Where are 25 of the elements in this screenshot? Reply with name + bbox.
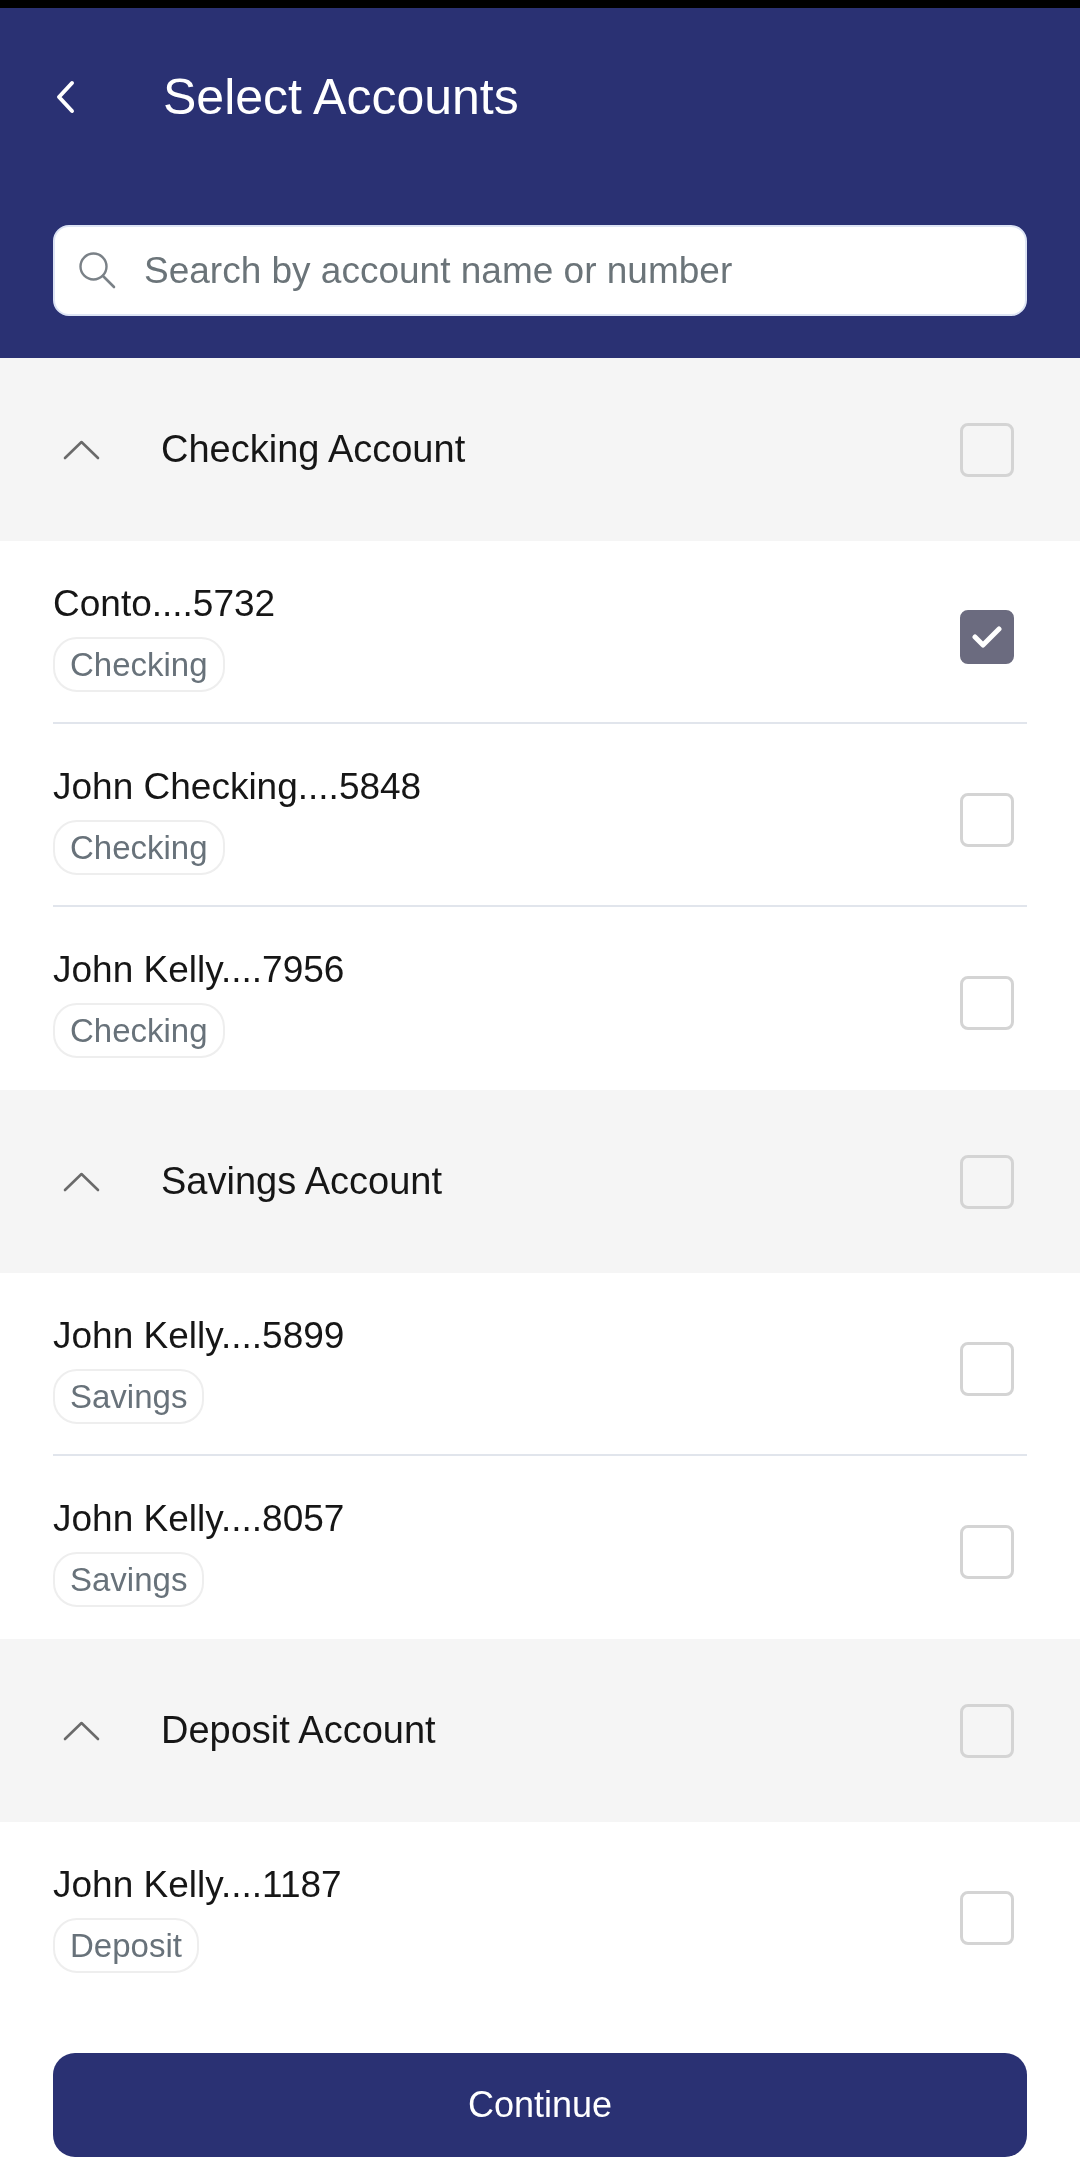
group-header[interactable]: Savings Account bbox=[0, 1090, 1080, 1273]
account-type-tag: Deposit bbox=[53, 1918, 199, 1973]
group-title: Checking Account bbox=[161, 428, 466, 471]
account-type-tag: Checking bbox=[53, 637, 225, 692]
account-name: Conto....5732 bbox=[53, 582, 276, 626]
group-title: Deposit Account bbox=[161, 1709, 436, 1752]
account-type-tag: Savings bbox=[53, 1552, 205, 1607]
account-name: John Kelly....7956 bbox=[53, 948, 345, 992]
chevron-left-icon bbox=[54, 80, 76, 114]
search-field[interactable]: Search by account name or number bbox=[53, 225, 1027, 316]
page-title: Select Accounts bbox=[163, 68, 519, 126]
account-name: John Kelly....5899 bbox=[53, 1314, 345, 1358]
continue-button[interactable]: Continue bbox=[53, 2053, 1027, 2157]
account-name: John Checking....5848 bbox=[53, 765, 422, 809]
group-header[interactable]: Checking Account bbox=[0, 358, 1080, 541]
account-type-tag: Savings bbox=[53, 1369, 205, 1424]
search-icon bbox=[78, 251, 116, 289]
account-type-tag: Checking bbox=[53, 1003, 225, 1058]
account-type-tag: Checking bbox=[53, 820, 225, 875]
account-name: John Kelly....1187 bbox=[53, 1863, 342, 1907]
group-header[interactable]: Deposit Account bbox=[0, 1639, 1080, 1822]
group-title: Savings Account bbox=[161, 1160, 442, 1203]
account-name: John Kelly....8057 bbox=[53, 1497, 345, 1541]
checkmark-icon bbox=[972, 624, 1002, 649]
checkbox[interactable] bbox=[960, 609, 1014, 664]
